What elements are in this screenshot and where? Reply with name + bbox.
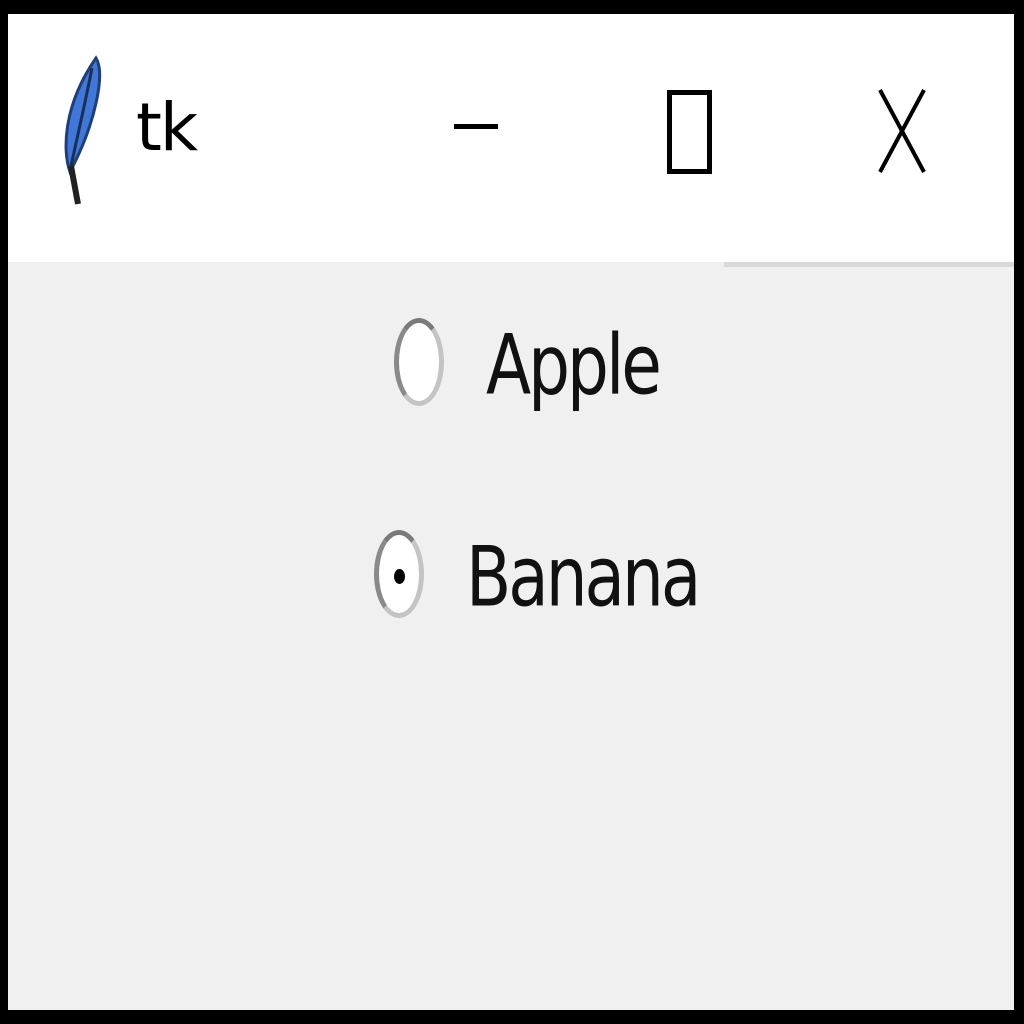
radio-button-unchecked[interactable]: [394, 318, 444, 406]
close-icon: [876, 88, 928, 174]
window-title: tk: [136, 89, 198, 166]
minimize-icon: [454, 124, 498, 129]
tk-window: tk Apple Banana: [8, 14, 1014, 1010]
maximize-button[interactable]: [622, 74, 752, 204]
radio-option-apple[interactable]: Apple: [394, 314, 662, 424]
radio-label-apple[interactable]: Apple: [486, 301, 662, 431]
minimize-button[interactable]: [408, 74, 538, 204]
radio-label-banana[interactable]: Banana: [466, 513, 701, 643]
title-bar-divider: [724, 262, 1014, 267]
close-button[interactable]: [836, 74, 966, 204]
maximize-icon: [667, 90, 712, 174]
title-bar[interactable]: tk: [8, 14, 1014, 262]
radio-button-checked[interactable]: [374, 530, 424, 618]
radio-selected-dot: [394, 569, 405, 584]
radio-option-banana[interactable]: Banana: [374, 526, 701, 636]
tk-feather-icon: [56, 54, 106, 206]
